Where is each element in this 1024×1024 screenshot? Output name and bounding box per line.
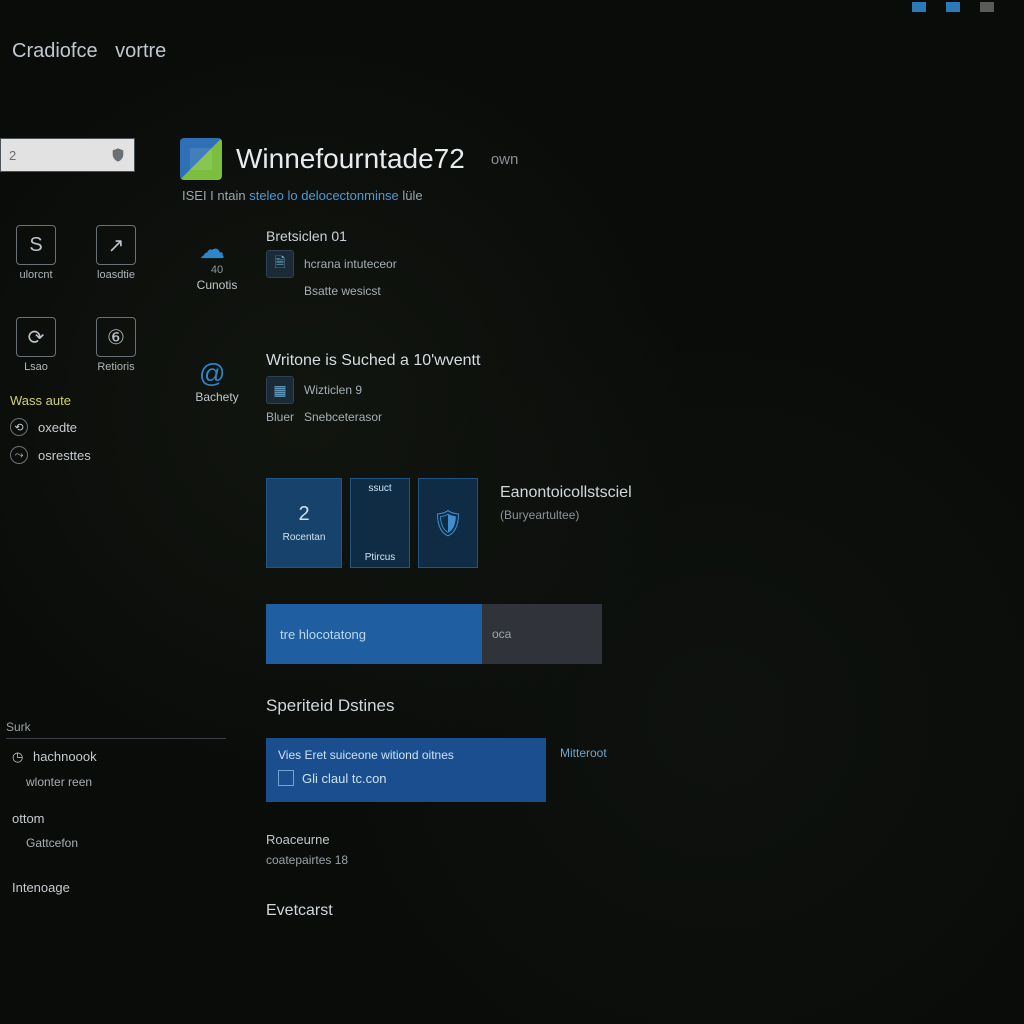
shield-icon: 🛡 bbox=[431, 508, 464, 539]
category-bachety[interactable]: @ Bachety bbox=[180, 358, 254, 404]
sidebar-item-hachnook[interactable]: ◷ hachnoook bbox=[12, 749, 232, 765]
sidebar-item-retioris[interactable]: ⑥ Retioris bbox=[86, 317, 146, 373]
section-bretsiclen: Bretsiclen 01 🗎 hcrana intuteceor Bsatte… bbox=[266, 228, 397, 298]
app-description: ISEI I ntain steleo lo delocectonminse l… bbox=[182, 188, 880, 203]
tile-rocentan[interactable]: 2 Rocentan bbox=[266, 478, 342, 568]
main-content: Winnefourntade72 own ISEI I ntain steleo… bbox=[180, 138, 880, 203]
tile-shield[interactable]: 🛡 bbox=[418, 478, 478, 568]
shield-icon bbox=[110, 146, 126, 164]
primary-action-button[interactable]: tre hlocotatong bbox=[266, 604, 482, 664]
number-icon: 2 bbox=[298, 503, 309, 526]
section-evetcarst: Evetcarst bbox=[266, 902, 333, 920]
grid-icon: ▦ bbox=[266, 376, 294, 404]
breadcrumb: Cradiofce vortre bbox=[12, 40, 166, 63]
sidebar-link-osresttes[interactable]: ⤳ osresttes bbox=[10, 446, 166, 464]
squiggle-icon: ⤳ bbox=[10, 446, 28, 464]
sidebar-heading: Wass aute bbox=[10, 393, 166, 408]
app-title: Winnefourntade72 bbox=[236, 143, 465, 175]
breadcrumb-root[interactable]: Cradiofce bbox=[12, 40, 98, 62]
refresh-icon: ⟳ bbox=[16, 317, 56, 357]
sidebar-item-ottom[interactable]: ottom bbox=[12, 811, 232, 826]
sidebar-item-s[interactable]: S ulorcnt bbox=[6, 225, 66, 281]
checkbox-icon bbox=[278, 770, 294, 786]
letter-icon: S bbox=[16, 225, 56, 265]
clock-icon: ◷ bbox=[12, 749, 23, 764]
tiles-description: Eanontoicollstsciel (Buryeartultee) bbox=[500, 484, 632, 522]
sidebar-item-arrow[interactable]: ↗ loasdtie bbox=[86, 225, 146, 281]
close-icon[interactable] bbox=[980, 2, 994, 12]
doc-icon: 🗎 bbox=[266, 250, 294, 278]
cloud-icon: ☁ bbox=[199, 234, 235, 264]
search-placeholder: 2 bbox=[9, 148, 16, 163]
app-header: Winnefourntade72 own bbox=[180, 138, 880, 180]
minimize-icon[interactable] bbox=[912, 2, 926, 12]
secondary-action-button[interactable]: oca bbox=[482, 604, 602, 664]
category-cunotis[interactable]: ☁ 40 Cunotis bbox=[180, 234, 254, 292]
banner-link[interactable]: Mitteroot bbox=[560, 746, 607, 760]
description-link[interactable]: steleo lo delocectonminse bbox=[249, 188, 399, 203]
section-roaceurne: Roaceurne coatepairtes 18 bbox=[266, 832, 348, 867]
app-subtitle: own bbox=[491, 151, 519, 168]
sidebar: S ulorcnt ↗ loasdtie ⟳ Lsao ⑥ Retioris W… bbox=[6, 225, 166, 474]
sidebar-item-wlonter[interactable]: wlonter reen bbox=[26, 775, 232, 789]
sidebar-item-lsao[interactable]: ⟳ Lsao bbox=[6, 317, 66, 373]
app-logo-icon bbox=[180, 138, 222, 180]
breadcrumb-current: vortre bbox=[115, 40, 166, 62]
circle-six-icon: ⑥ bbox=[96, 317, 136, 357]
sidebar-lower: Surk ◷ hachnoook wlonter reen ottom Gatt… bbox=[6, 720, 232, 905]
divider bbox=[6, 738, 226, 739]
section-title: Writone is Suched a 10'wventt bbox=[266, 352, 480, 370]
tile-row: 2 Rocentan ssuct Ptircus 🛡 bbox=[266, 478, 478, 568]
section-writone: Writone is Suched a 10'wventt ▦ Wizticle… bbox=[266, 352, 480, 424]
sidebar-link-oxedte[interactable]: ⟲ oxedte bbox=[10, 418, 166, 436]
search-input[interactable]: 2 bbox=[0, 138, 135, 172]
sidebar-divider-label: Surk bbox=[6, 720, 232, 734]
section-speriteid: Speriteid Dstines bbox=[266, 696, 395, 716]
at-icon: @ bbox=[199, 358, 235, 388]
tile-ptircus[interactable]: ssuct Ptircus bbox=[350, 478, 410, 568]
info-banner[interactable]: Vies Eret suiceone witiond oitnes Gli cl… bbox=[266, 738, 546, 802]
arrow-icon: ↗ bbox=[96, 225, 136, 265]
window-controls bbox=[912, 0, 1024, 16]
sidebar-item-intenoage[interactable]: Intenoage bbox=[12, 880, 232, 895]
undo-icon: ⟲ bbox=[10, 418, 28, 436]
section-title: Bretsiclen 01 bbox=[266, 228, 397, 244]
sidebar-item-gattcefon[interactable]: Gattcefon bbox=[26, 836, 232, 850]
maximize-icon[interactable] bbox=[946, 2, 960, 12]
